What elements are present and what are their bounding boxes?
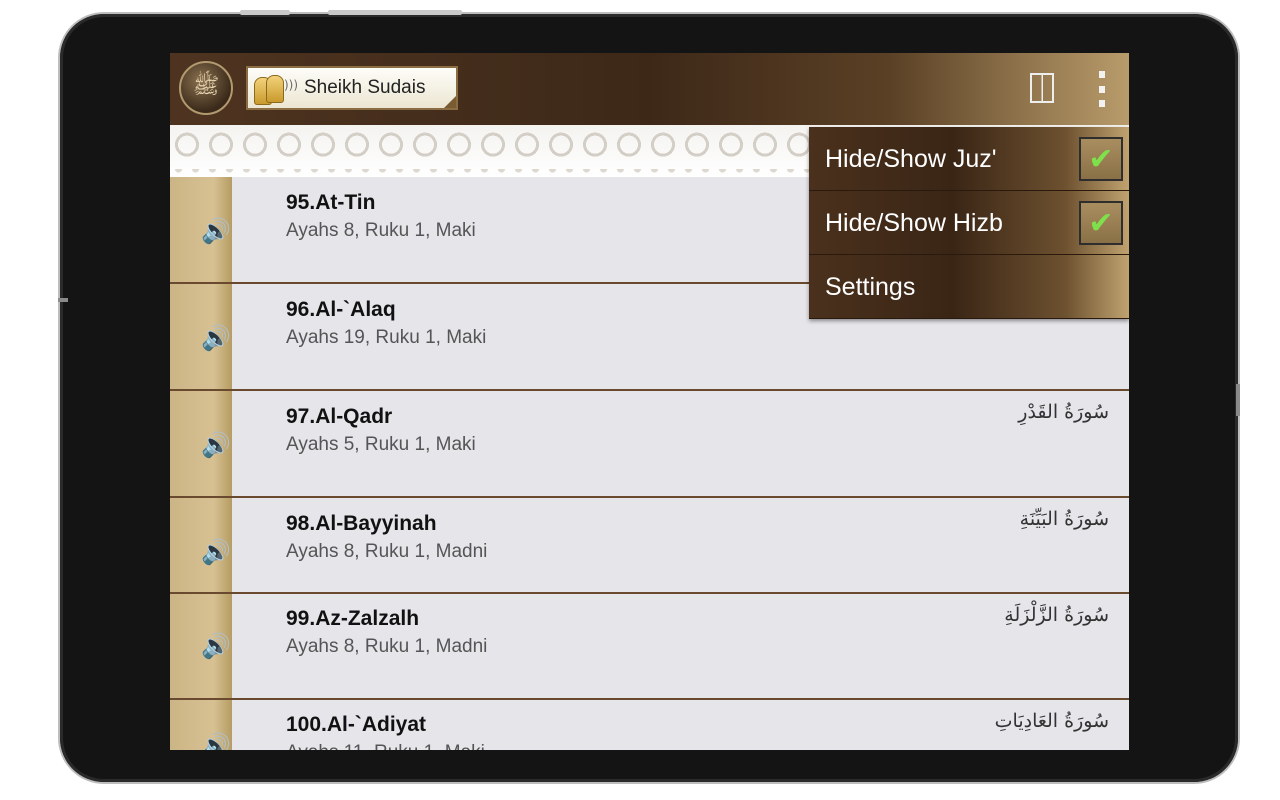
bookmark-button[interactable]: [1028, 72, 1056, 104]
menu-item[interactable]: Hide/Show Juz' ✔: [809, 127, 1129, 191]
surah-title: 97.Al-Qadr: [286, 405, 393, 428]
speaker-icon[interactable]: 🔊: [201, 732, 239, 750]
check-icon: ✔: [1088, 205, 1114, 241]
surah-info: Ayahs 8, Ruku 1, Maki: [286, 220, 476, 241]
speaker-icon[interactable]: 🔊: [201, 217, 239, 245]
menu-item-label: Settings: [825, 273, 916, 301]
surah-info: Ayahs 8, Ruku 1, Madni: [286, 541, 488, 562]
surah-title: 95.At-Tin: [286, 191, 376, 214]
surah-arabic-name: سُورَةُ البَيِّنَةِ: [1019, 508, 1109, 530]
menu-checkbox[interactable]: ✔: [1079, 137, 1123, 181]
speaker-icon[interactable]: 🔊: [201, 538, 239, 566]
surah-arabic-name: سُورَةُ القَدْرِ: [1018, 401, 1109, 423]
menu-item-label: Hide/Show Juz': [825, 145, 997, 173]
surah-title: 96.Al-`Alaq: [286, 298, 396, 321]
surah-title: 98.Al-Bayyinah: [286, 512, 437, 535]
overflow-menu: Hide/Show Juz' ✔ Hide/Show Hizb ✔ Settin…: [809, 127, 1129, 319]
surah-title: 100.Al-`Adiyat: [286, 713, 427, 736]
menu-checkbox[interactable]: ✔: [1079, 201, 1123, 245]
surah-arabic-name: سُورَةُ العَادِيَاتِ: [994, 710, 1109, 732]
app-screen: ﷺ ))) Sheikh Sudais 🔊 95.At-Tin Ayahs 8,…: [170, 53, 1129, 750]
app-logo[interactable]: ﷺ: [179, 61, 233, 115]
surah-arabic-name: سُورَةُ الزَّلْزَلَةِ: [1004, 604, 1109, 626]
menu-item-label: Hide/Show Hizb: [825, 209, 1003, 237]
menu-item[interactable]: Settings: [809, 255, 1129, 319]
surah-row[interactable]: 🔊 98.Al-Bayyinah Ayahs 8, Ruku 1, Madni …: [170, 498, 1129, 594]
dropdown-corner-icon: [444, 96, 456, 108]
speaker-icon[interactable]: 🔊: [201, 431, 239, 459]
power-button: [328, 10, 462, 15]
volume-button: [240, 10, 290, 15]
menu-item[interactable]: Hide/Show Hizb ✔: [809, 191, 1129, 255]
side-button: [58, 298, 68, 302]
surah-info: Ayahs 11, Ruku 1, Maki: [286, 742, 485, 750]
surah-row[interactable]: 🔊 97.Al-Qadr Ayahs 5, Ruku 1, Maki سُورَ…: [170, 391, 1129, 498]
surah-title: 99.Az-Zalzalh: [286, 607, 420, 630]
surah-row[interactable]: 🔊 99.Az-Zalzalh Ayahs 8, Ruku 1, Madni س…: [170, 594, 1129, 700]
surah-info: Ayahs 8, Ruku 1, Madni: [286, 636, 488, 657]
overflow-menu-button[interactable]: [1094, 71, 1110, 107]
side-button-right: [1236, 384, 1240, 416]
reciter-name: Sheikh Sudais: [304, 77, 426, 98]
quran-logo-icon: ﷺ: [192, 74, 220, 99]
surah-row[interactable]: 🔊 100.Al-`Adiyat Ayahs 11, Ruku 1, Maki …: [170, 700, 1129, 750]
speaker-icon[interactable]: 🔊: [201, 632, 239, 660]
book-icon: [1030, 73, 1054, 103]
check-icon: ✔: [1088, 141, 1114, 177]
speaker-icon[interactable]: 🔊: [201, 324, 239, 352]
surah-info: Ayahs 19, Ruku 1, Maki: [286, 327, 487, 348]
reciter-avatar-icon: ))): [254, 71, 298, 105]
reciter-selector[interactable]: ))) Sheikh Sudais: [246, 66, 458, 110]
surah-info: Ayahs 5, Ruku 1, Maki: [286, 434, 476, 455]
action-bar: ﷺ ))) Sheikh Sudais: [170, 53, 1129, 125]
